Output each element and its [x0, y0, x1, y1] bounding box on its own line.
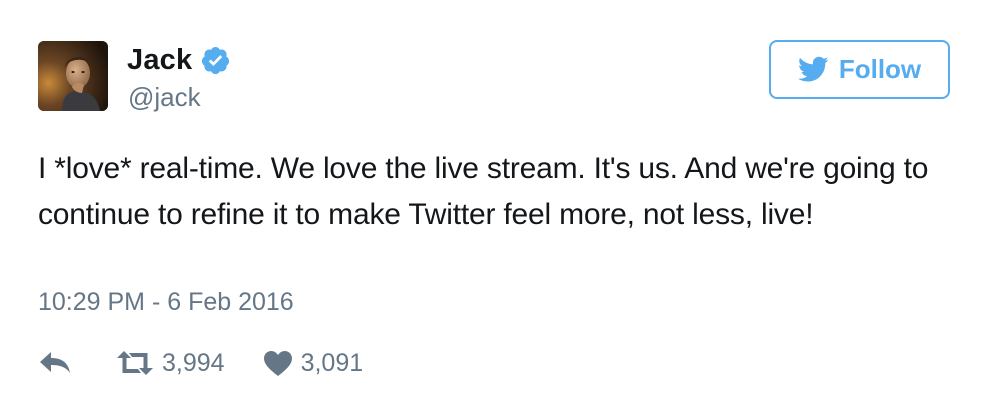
- retweet-count: 3,994: [162, 348, 225, 377]
- reply-icon: [38, 349, 72, 377]
- tweet-actions: 3,994 3,091: [38, 343, 363, 383]
- avatar[interactable]: [38, 41, 108, 111]
- twitter-bird-icon: [797, 56, 829, 83]
- avatar-image: [38, 41, 108, 111]
- follow-button[interactable]: Follow: [769, 40, 950, 99]
- like-count: 3,091: [300, 348, 364, 377]
- follow-button-label: Follow: [838, 54, 922, 84]
- author-name-row: Jack: [127, 42, 231, 78]
- tweet-text: I *love* real-time. We love the live str…: [38, 152, 929, 231]
- author-handle[interactable]: @jack: [128, 82, 201, 113]
- retweet-icon: [116, 349, 154, 377]
- like-button[interactable]: 3,091: [263, 348, 364, 378]
- verified-badge-icon: [200, 45, 231, 76]
- heart-icon: [263, 350, 293, 377]
- tweet-timestamp[interactable]: 10:29 PM - 6 Feb 2016: [38, 288, 294, 317]
- reply-button[interactable]: [38, 349, 72, 377]
- embedded-tweet: Jack @jack Follow I *love* real-time. We…: [0, 0, 986, 404]
- author-display-name[interactable]: Jack: [127, 44, 192, 77]
- retweet-button[interactable]: 3,994: [116, 349, 225, 378]
